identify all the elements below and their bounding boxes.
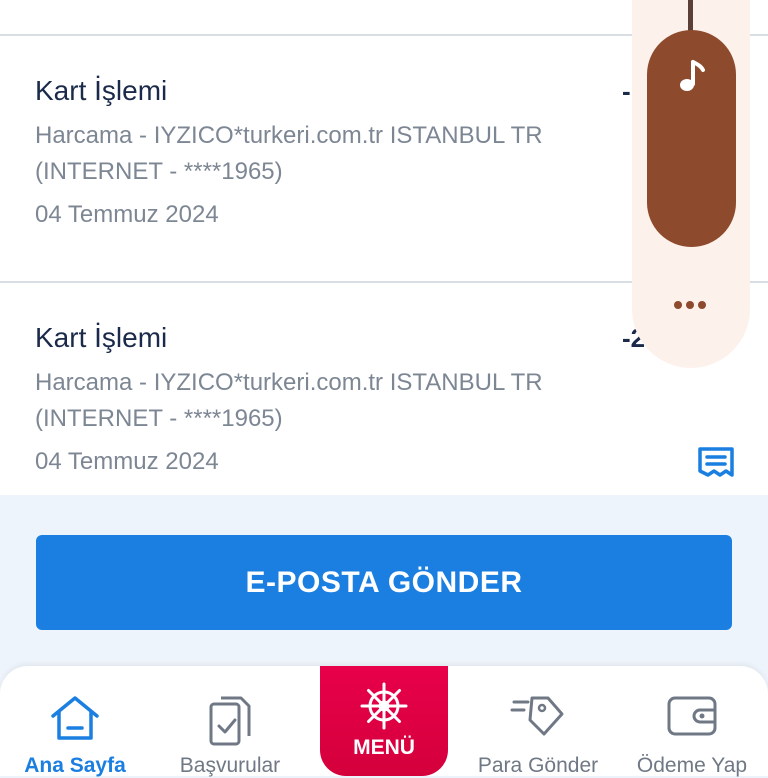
wallet-icon: [667, 696, 717, 736]
tab-applications[interactable]: Başvurular: [155, 666, 305, 777]
transaction-amount: -: [622, 76, 631, 106]
ship-wheel-icon: [360, 682, 408, 730]
tab-payment-label: Ödeme Yap: [636, 754, 748, 777]
tab-home[interactable]: Ana Sayfa: [0, 666, 150, 777]
send-tag-icon: [510, 696, 564, 736]
transaction-title: Kart İşlemi: [35, 75, 168, 106]
tab-send-money-label: Para Gönder: [477, 754, 599, 777]
more-dots-icon[interactable]: [670, 298, 710, 312]
tab-payment[interactable]: Ödeme Yap: [617, 666, 767, 777]
document-check-icon: [209, 696, 251, 746]
transaction-date: 04 Temmuz 2024: [35, 448, 219, 475]
transaction-description: Harcama - IYZICO*turkeri.com.tr ISTANBUL…: [35, 122, 543, 185]
tab-applications-label: Başvurular: [179, 754, 281, 777]
tab-menu[interactable]: MENÜ: [320, 666, 448, 776]
transaction-title: Kart İşlemi: [35, 322, 168, 353]
send-email-button[interactable]: E-POSTA GÖNDER: [36, 535, 732, 630]
tab-menu-label: MENÜ: [353, 736, 415, 759]
home-icon: [51, 696, 99, 740]
transaction-date: 04 Temmuz 2024: [35, 201, 219, 228]
media-player-pill[interactable]: [647, 30, 736, 247]
tab-home-label: Ana Sayfa: [24, 754, 126, 777]
tab-send-money[interactable]: Para Gönder: [463, 666, 613, 777]
receipt-icon[interactable]: [697, 446, 735, 478]
transaction-description: Harcama - IYZICO*turkeri.com.tr ISTANBUL…: [35, 369, 543, 432]
music-note-icon: [680, 60, 705, 91]
